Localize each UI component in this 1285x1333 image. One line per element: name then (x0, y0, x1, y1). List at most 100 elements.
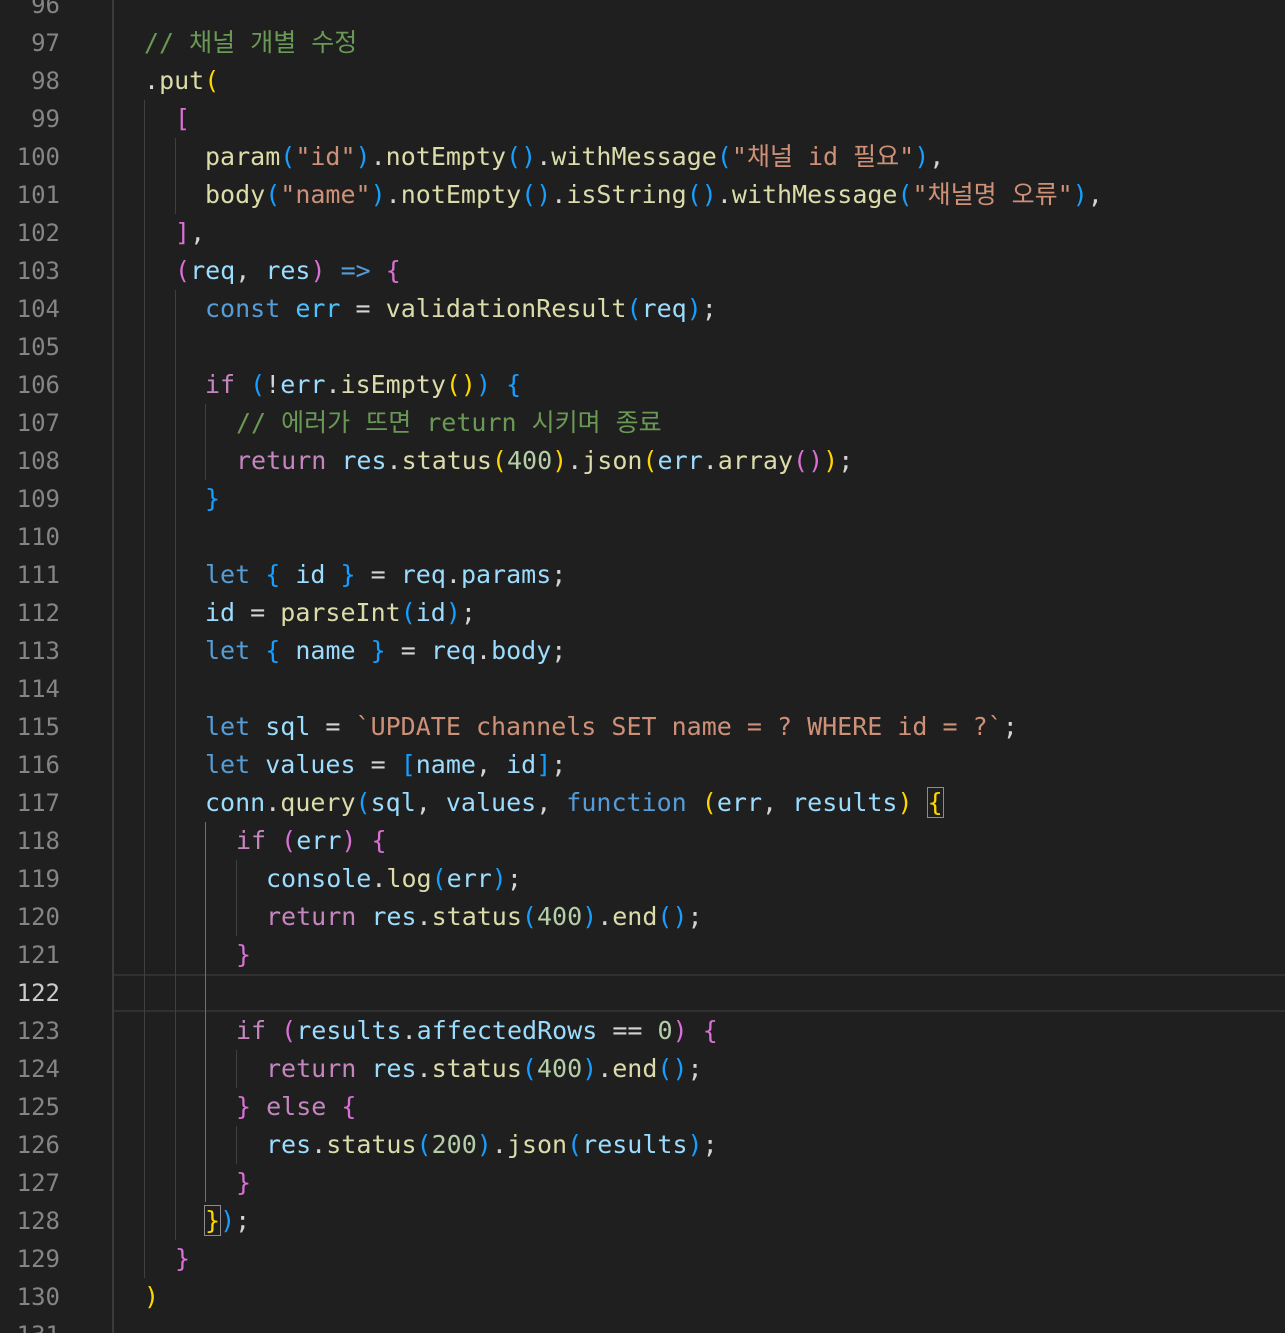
code-line[interactable]: 103 (req, res) => { (0, 252, 1285, 290)
code-token: status (431, 902, 522, 931)
code-text[interactable]: } else { (236, 1088, 356, 1126)
code-token: ! (265, 370, 281, 399)
code-token: . (491, 1130, 507, 1159)
code-line[interactable]: 112 id = parseInt(id); (0, 594, 1285, 632)
code-line[interactable]: 98 .put( (0, 62, 1285, 100)
code-line[interactable]: 102], (0, 214, 1285, 252)
code-line[interactable]: 123 if (results.affectedRows == 0) { (0, 1012, 1285, 1050)
code-line[interactable]: 118 if (err) { (0, 822, 1285, 860)
code-line[interactable]: 128}); (0, 1202, 1285, 1240)
code-token: let (205, 750, 251, 779)
code-line[interactable]: 115 let sql = `UPDATE channels SET name =… (0, 708, 1285, 746)
indent-guide (144, 1012, 145, 1050)
code-text[interactable]: }); (203, 1202, 250, 1240)
code-token: } (205, 484, 221, 513)
line-number: 122 (16, 979, 60, 1007)
code-token: () (793, 446, 824, 475)
code-text[interactable]: let { name } = req.body; (205, 632, 566, 670)
indent-guide (144, 1240, 145, 1278)
code-text[interactable]: return res.status(400).end(); (266, 1050, 703, 1088)
code-text[interactable]: } (236, 936, 251, 974)
code-token: ( (355, 788, 371, 817)
code-text[interactable]: if (!err.isEmpty()) { (205, 366, 521, 404)
code-line[interactable]: 108 return res.status(400).json(err.array… (0, 442, 1285, 480)
code-text[interactable]: param("id").notEmpty().withMessage("채널 i… (205, 138, 944, 176)
code-line[interactable]: 110 (0, 518, 1285, 556)
code-line[interactable]: 104 const err = validationResult(req); (0, 290, 1285, 328)
code-text[interactable]: if (err) { (236, 822, 387, 860)
code-line[interactable]: 96 (0, 0, 1285, 24)
code-text[interactable]: [ (175, 100, 190, 138)
indent-guide (205, 898, 206, 936)
code-token: "name" (280, 180, 371, 209)
code-token: ) (491, 864, 507, 893)
code-line[interactable]: 126 res.status(200).json(results); (0, 1126, 1285, 1164)
indent-guide (144, 480, 145, 518)
code-text[interactable]: // 채널 개별 수정 (144, 24, 357, 62)
code-line[interactable]: 130) (0, 1278, 1285, 1316)
code-text[interactable]: ], (175, 214, 205, 252)
code-text[interactable]: } (236, 1164, 251, 1202)
code-line[interactable]: 114 (0, 670, 1285, 708)
line-number: 113 (16, 637, 60, 665)
code-line[interactable]: 131 (0, 1316, 1285, 1333)
code-line[interactable]: 97 // 채널 개별 수정 (0, 24, 1285, 62)
code-editor[interactable]: 96 97// 채널 개별 수정 98 .put(99[100 param("id").… (0, 0, 1285, 1333)
code-text[interactable]: } (175, 1240, 190, 1278)
code-text[interactable]: // 에러가 뜨면 return 시키며 종료 (236, 404, 662, 442)
code-line[interactable]: 100 param("id").notEmpty().withMessage("채… (0, 138, 1285, 176)
code-line[interactable]: 127} (0, 1164, 1285, 1202)
code-text[interactable]: let sql = `UPDATE channels SET name = ? … (205, 708, 1018, 746)
code-line[interactable]: 111 let { id } = req.params; (0, 556, 1285, 594)
code-text[interactable]: let values = [name, id]; (205, 746, 566, 784)
code-line[interactable]: 124 return res.status(400).end(); (0, 1050, 1285, 1088)
code-text[interactable]: .put( (144, 62, 219, 100)
code-line[interactable]: 99 [ (0, 100, 1285, 138)
line-number: 126 (16, 1131, 60, 1159)
code-line[interactable]: 120 return res.status(400).end(); (0, 898, 1285, 936)
code-text[interactable]: } (205, 480, 220, 518)
code-text[interactable]: res.status(200).json(results); (266, 1126, 718, 1164)
code-line[interactable]: 121} (0, 936, 1285, 974)
code-token: . (144, 66, 160, 95)
code-token: { (265, 560, 281, 589)
code-line[interactable]: 122 (0, 974, 1285, 1012)
code-token: // 채널 개별 수정 (144, 28, 358, 57)
code-line[interactable]: 129} (0, 1240, 1285, 1278)
code-text[interactable]: return res.status(400).json(err.array())… (236, 442, 853, 480)
code-token: ( (250, 370, 266, 399)
code-text[interactable]: (req, res) => { (175, 252, 401, 290)
code-text[interactable]: return res.status(400).end(); (266, 898, 703, 936)
code-text[interactable]: body("name").notEmpty().isString().withM… (205, 176, 1103, 214)
code-line[interactable]: 106 if (!err.isEmpty()) { (0, 366, 1285, 404)
code-line[interactable]: 101 body("name").notEmpty().isString().wi… (0, 176, 1285, 214)
line-number: 101 (16, 181, 60, 209)
indent-guide (175, 1202, 176, 1240)
indent-guide (144, 138, 145, 176)
code-line[interactable]: 116 let values = [name, id]; (0, 746, 1285, 784)
code-line[interactable]: 107 // 에러가 뜨면 return 시키며 종료 (0, 404, 1285, 442)
code-text[interactable]: conn.query(sql, values, function (err, r… (205, 784, 944, 822)
code-text[interactable]: let { id } = req.params; (205, 556, 566, 594)
indent-guide (175, 936, 176, 974)
code-text[interactable]: console.log(err); (266, 860, 522, 898)
code-line[interactable]: 113 let { name } = req.body; (0, 632, 1285, 670)
code-text[interactable]: ) (144, 1278, 159, 1316)
line-number: 131 (0, 1316, 60, 1333)
indent-guide (144, 936, 145, 974)
indent-guide (175, 1126, 176, 1164)
code-token: = (340, 294, 386, 323)
code-line[interactable]: 117 conn.query(sql, values, function (err… (0, 784, 1285, 822)
code-line[interactable]: 105 (0, 328, 1285, 366)
code-line[interactable]: 119 console.log(err); (0, 860, 1285, 898)
code-text[interactable]: const err = validationResult(req); (205, 290, 717, 328)
code-token: // 에러가 뜨면 return 시키며 종료 (236, 408, 662, 437)
code-line[interactable]: 109} (0, 480, 1285, 518)
code-line[interactable]: 125} else { (0, 1088, 1285, 1126)
code-text[interactable]: if (results.affectedRows == 0) { (236, 1012, 718, 1050)
code-text[interactable]: id = parseInt(id); (205, 594, 476, 632)
